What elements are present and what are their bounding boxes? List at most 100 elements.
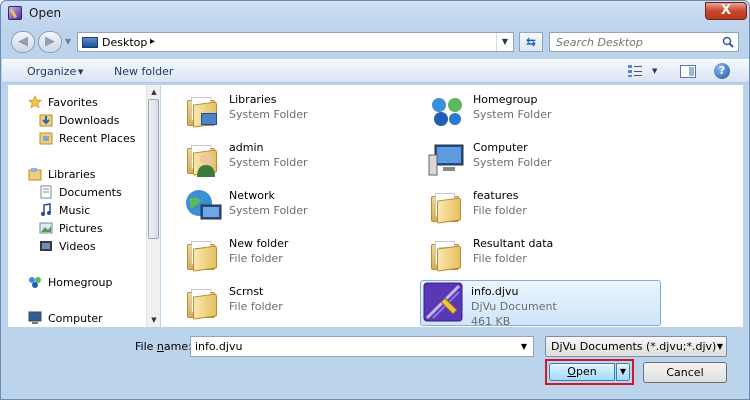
item-name: Homegroup <box>473 93 538 106</box>
search-box[interactable] <box>549 32 739 52</box>
downloads-icon <box>39 114 53 127</box>
scroll-thumb[interactable] <box>148 99 159 239</box>
file-item-new-folder[interactable]: New folder File folder <box>179 233 419 277</box>
organize-button[interactable]: Organize <box>27 65 76 78</box>
file-type-select[interactable]: DjVu Documents (*.djvu;*.djv) ▼ <box>545 336 727 357</box>
item-name: Libraries <box>229 93 277 106</box>
desktop-icon <box>82 37 98 48</box>
change-view-icon[interactable] <box>627 64 643 78</box>
open-options-dropdown-icon[interactable]: ▼ <box>616 363 630 381</box>
search-icon[interactable] <box>722 36 734 48</box>
breadcrumb-chevron-icon[interactable]: ▸ <box>150 36 155 47</box>
computer-icon <box>28 311 42 324</box>
file-type-value: DjVu Documents (*.djvu;*.djv) <box>551 340 717 353</box>
open-button-highlight: Open ▼ <box>545 359 634 385</box>
address-dropdown-button[interactable]: ▼ <box>496 33 513 51</box>
sidebar-item-label: Documents <box>59 186 122 199</box>
file-list: Libraries System Folder Homegroup System… <box>161 85 743 327</box>
item-type: DjVu Document <box>471 300 557 313</box>
close-button[interactable]: X <box>705 2 747 20</box>
pictures-icon <box>39 222 53 234</box>
djvu-app-icon <box>8 6 22 20</box>
file-item-features[interactable]: features File folder <box>423 185 663 229</box>
file-item-scrnst[interactable]: Scrnst File folder <box>179 281 419 325</box>
item-name: Scrnst <box>229 285 264 298</box>
file-name-input[interactable] <box>191 337 513 356</box>
star-icon <box>28 95 42 109</box>
documents-icon <box>40 185 52 199</box>
videos-icon <box>40 241 52 251</box>
view-options-dropdown-icon[interactable]: ▼ <box>652 67 657 75</box>
window-title: Open <box>29 6 62 20</box>
folder-icon <box>183 235 223 275</box>
chevron-down-icon: ▼ <box>716 342 723 351</box>
sidebar-item-label: Favorites <box>48 96 98 109</box>
new-folder-button[interactable]: New folder <box>114 65 173 78</box>
item-type: File folder <box>473 252 527 265</box>
refresh-button[interactable]: ⇆ <box>519 32 543 52</box>
back-button[interactable]: ◀ <box>11 31 35 53</box>
file-item-homegroup[interactable]: Homegroup System Folder <box>423 89 663 133</box>
sidebar-item-label: Music <box>59 204 91 217</box>
user-folder-icon <box>183 139 223 179</box>
item-type: File folder <box>229 252 283 265</box>
help-icon[interactable]: ? <box>714 63 730 79</box>
network-icon <box>186 190 222 220</box>
forward-button[interactable]: ▶ <box>38 31 62 53</box>
item-type: System Folder <box>473 108 552 121</box>
navigation-scrollbar[interactable]: ▲ ▼ <box>146 85 160 327</box>
sidebar-item-label: Libraries <box>48 168 96 181</box>
homegroup-icon <box>29 277 41 288</box>
sidebar-item-label: Recent Places <box>59 132 136 145</box>
item-name: admin <box>229 141 264 154</box>
file-item-computer[interactable]: Computer System Folder <box>423 137 663 181</box>
libraries-icon <box>183 91 223 131</box>
recent-locations-dropdown[interactable]: ▼ <box>65 37 73 47</box>
open-dialog: Open X ◀ ▶ ▼ Desktop ▸ ▼ ⇆ Organize ▼ Ne… <box>0 0 750 400</box>
file-item-network[interactable]: Network System Folder <box>179 185 419 229</box>
file-name-combobox[interactable]: ▼ <box>190 336 534 357</box>
item-name: Computer <box>473 141 528 154</box>
address-location[interactable]: Desktop <box>102 36 147 49</box>
sidebar-item-label: Homegroup <box>48 276 113 289</box>
scroll-up-icon[interactable]: ▲ <box>147 85 161 99</box>
item-type: File folder <box>473 204 527 217</box>
folder-icon <box>427 235 467 275</box>
libraries-icon <box>28 168 42 181</box>
item-name: info.djvu <box>471 285 519 298</box>
sidebar-item-label: Videos <box>59 240 96 253</box>
search-input[interactable] <box>550 33 720 51</box>
close-icon: X <box>720 3 732 18</box>
item-type: System Folder <box>229 108 308 121</box>
sidebar-item-label: Computer <box>48 312 103 325</box>
item-size: 461 KB <box>471 315 511 327</box>
cancel-button[interactable]: Cancel <box>643 362 727 383</box>
item-name: New folder <box>229 237 289 250</box>
item-name: Network <box>229 189 275 202</box>
chevron-down-icon[interactable]: ▼ <box>78 68 83 76</box>
chevron-down-icon[interactable]: ▼ <box>515 337 533 356</box>
file-item-info-djvu[interactable]: info.djvu DjVu Document 461 KB <box>420 280 661 327</box>
title-bar: Open X <box>1 1 749 25</box>
recent-places-icon <box>39 132 53 145</box>
homegroup-icon <box>432 98 462 126</box>
address-bar[interactable]: Desktop ▸ ▼ <box>77 32 514 52</box>
item-type: File folder <box>229 300 283 313</box>
open-button[interactable]: Open <box>549 363 615 381</box>
navigation-pane: Favorites Downloads Recent Places Librar… <box>8 85 160 327</box>
preview-pane-icon[interactable] <box>680 65 696 78</box>
computer-icon <box>428 144 464 176</box>
item-name: features <box>473 189 519 202</box>
sidebar-item-label: Downloads <box>59 114 120 127</box>
file-item-resultant-data[interactable]: Resultant data File folder <box>423 233 663 277</box>
item-type: System Folder <box>229 156 308 169</box>
command-bar: Organize ▼ New folder ▼ ? <box>2 59 749 83</box>
forward-arrow-icon: ▶ <box>45 34 55 49</box>
refresh-icon: ⇆ <box>525 35 537 49</box>
item-type: System Folder <box>229 204 308 217</box>
scroll-down-icon[interactable]: ▼ <box>147 313 161 327</box>
file-item-libraries[interactable]: Libraries System Folder <box>179 89 419 133</box>
folder-icon <box>183 283 223 323</box>
back-arrow-icon: ◀ <box>18 34 28 49</box>
file-item-admin[interactable]: admin System Folder <box>179 137 419 181</box>
